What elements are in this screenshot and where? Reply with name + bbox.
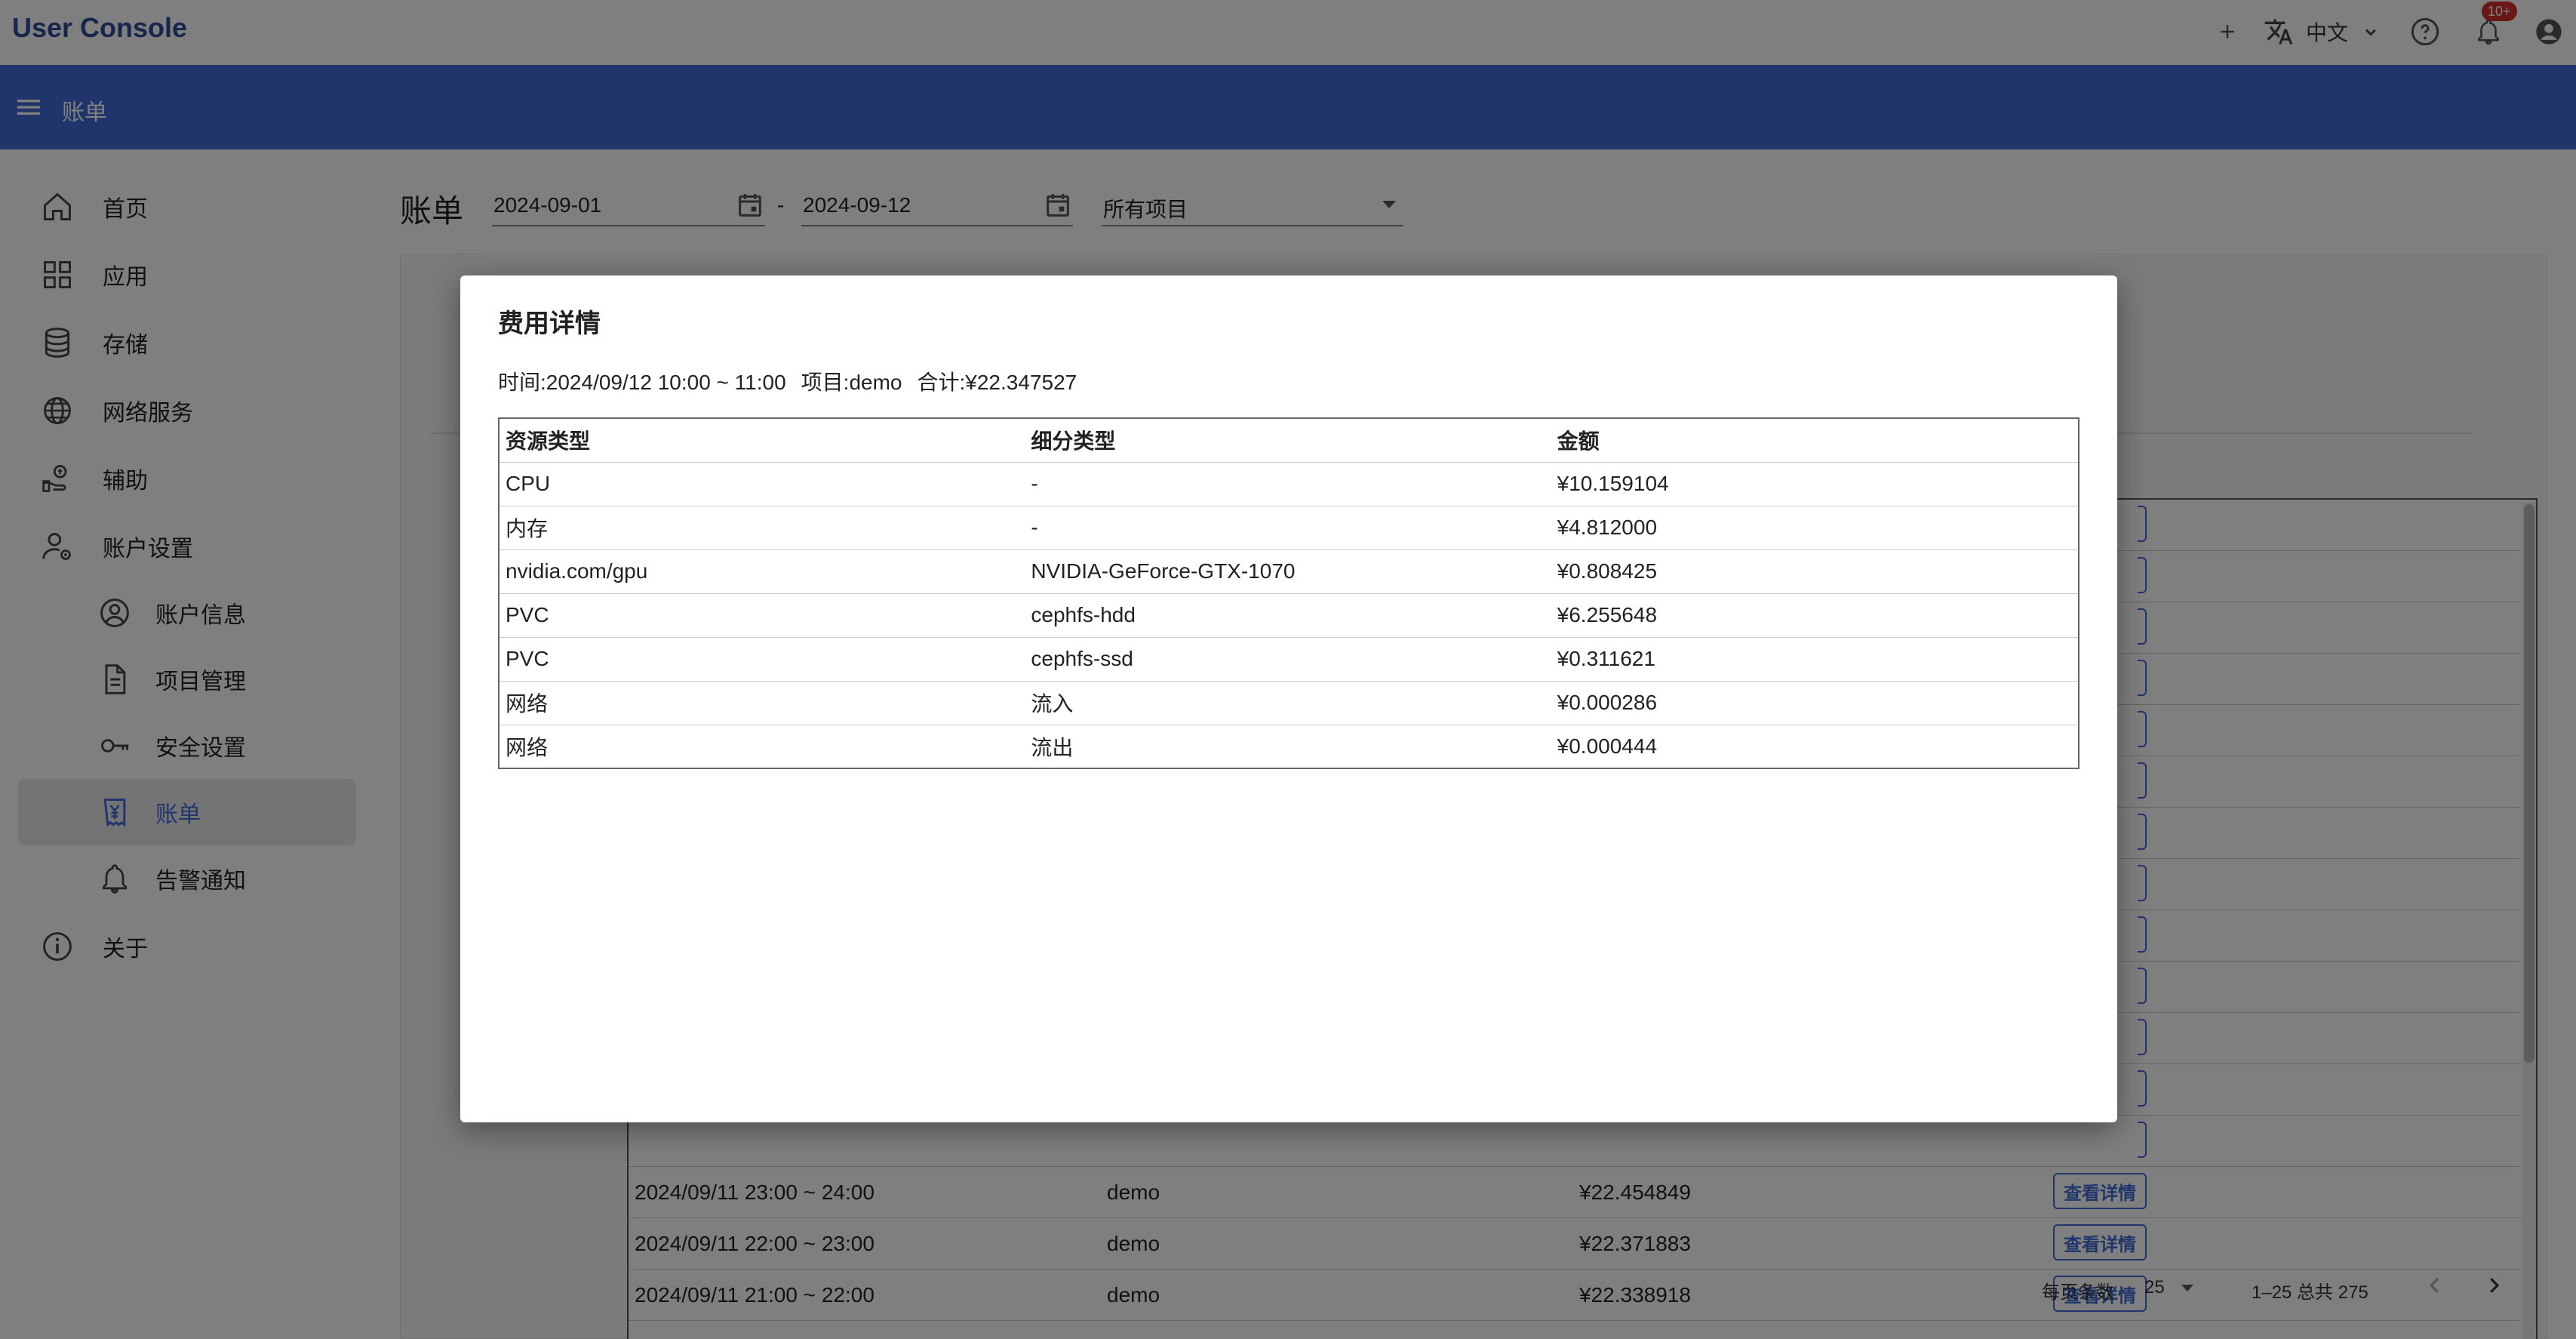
amount-cell: ¥0.000444 (1557, 734, 1658, 758)
resource-type-cell: 内存 (499, 506, 1025, 550)
resource-type-cell: 网络 (499, 681, 1025, 725)
summary-project: 项目:demo (801, 371, 902, 394)
fee-detail-table: 资源类型 细分类型 金额 CPU - ¥10.159104 内存 - ¥4.81… (498, 417, 2080, 769)
table-header-row: 资源类型 细分类型 金额 (499, 418, 2079, 463)
table-row: PVC cephfs-ssd ¥0.311621 (499, 637, 2079, 682)
table-row: 内存 - ¥4.812000 (499, 506, 2079, 550)
table-row: 网络 流入 ¥0.000286 (499, 681, 2079, 725)
table-row: CPU - ¥10.159104 (499, 462, 2079, 506)
column-header: 资源类型 (499, 418, 1025, 463)
amount-cell: ¥0.311621 (1551, 637, 2079, 682)
column-header: 细分类型 (1025, 418, 1551, 463)
amount-cell: ¥4.812000 (1551, 506, 2079, 550)
dialog-summary: 时间:2024/09/12 10:00 ~ 11:00 项目:demo 合计:¥… (498, 366, 1077, 396)
amount-cell: ¥0.808425 (1551, 549, 2079, 594)
resource-type-cell: PVC (499, 593, 1025, 638)
column-header: 金额 (1551, 418, 2079, 463)
resource-type-cell: CPU (499, 462, 1025, 506)
table-row: nvidia.com/gpu NVIDIA-GeForce-GTX-1070 ¥… (499, 549, 2079, 594)
resource-type-cell: PVC (499, 637, 1025, 682)
amount-cell: ¥10.159104 (1551, 462, 2079, 506)
resource-type-cell: 网络 (506, 735, 549, 759)
fee-detail-dialog: 费用详情 时间:2024/09/12 10:00 ~ 11:00 项目:demo… (460, 275, 2117, 1122)
subtype-cell: NVIDIA-GeForce-GTX-1070 (1025, 549, 1551, 594)
resource-type-cell: nvidia.com/gpu (499, 549, 1025, 594)
amount-cell: ¥6.255648 (1551, 593, 2079, 638)
subtype-cell: - (1025, 506, 1551, 550)
summary-total: 合计:¥22.347527 (917, 371, 1077, 394)
subtype-cell: cephfs-ssd (1025, 637, 1551, 682)
table-row: 网络 流出 ¥0.000444 (499, 725, 2079, 768)
summary-time: 时间:2024/09/12 10:00 ~ 11:00 (498, 371, 786, 394)
amount-cell: ¥0.000286 (1551, 681, 2079, 725)
subtype-cell: 流入 (1025, 681, 1551, 725)
table-row: PVC cephfs-hdd ¥6.255648 (499, 593, 2079, 638)
subtype-cell: - (1025, 462, 1551, 506)
subtype-cell: 流出 (1031, 735, 1074, 759)
dialog-title: 费用详情 (498, 309, 601, 338)
subtype-cell: cephfs-hdd (1025, 593, 1551, 638)
